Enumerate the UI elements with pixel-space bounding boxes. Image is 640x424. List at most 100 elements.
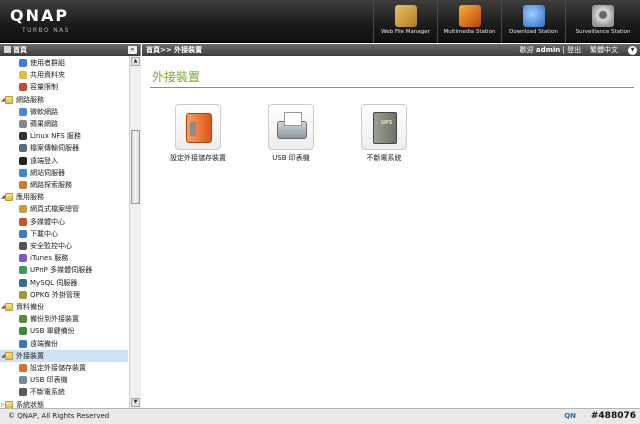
sidebar-item[interactable]: 網站伺服器 <box>0 167 128 179</box>
download-station-button[interactable]: Download Station <box>501 0 565 43</box>
qnap-logo: QNAP <box>10 6 70 25</box>
sidebar-item-label: MySQL 伺服器 <box>30 278 78 287</box>
sidebar-item[interactable]: 蘋果網路 <box>0 118 128 130</box>
watermark-text: #488076 <box>590 411 636 421</box>
sidebar-item[interactable]: 備份到外接裝置 <box>0 313 128 325</box>
sidebar-item[interactable]: 網路探索服務 <box>0 179 128 191</box>
external-storage-label[interactable]: 設定外接儲存裝置 <box>158 153 238 163</box>
sidebar-item-label: 共用資料夾 <box>30 71 65 80</box>
sidebar-category[interactable]: ▷ 系統狀態 <box>0 399 128 408</box>
usb-printer-tile[interactable]: USB 印表機 <box>251 104 331 163</box>
external-storage-tile[interactable]: 設定外接儲存裝置 <box>158 104 238 163</box>
sidebar-item[interactable]: 遠端登入 <box>0 155 128 167</box>
sidebar-item-label: 下載中心 <box>30 229 58 238</box>
title-divider <box>150 87 634 88</box>
external-storage-icon <box>186 113 212 143</box>
sidebar-item[interactable]: 檔案傳輸伺服器 <box>0 142 128 154</box>
scroll-down-arrow-icon[interactable]: ▼ <box>131 398 140 407</box>
sidebar-header[interactable]: 首頁 « <box>0 44 140 56</box>
mysql-icon <box>19 278 27 287</box>
sidebar-item[interactable]: 安全監控中心 <box>0 240 128 252</box>
sidebar: 首頁 « 使用者群組共用資料夾容量限制 ◢ 網路服務 微軟網路蘋果網路 Linux NF… <box>0 44 141 408</box>
ups-icon <box>373 112 397 144</box>
qpkg-icon <box>19 290 27 299</box>
web-file-manager-button[interactable]: Web File Manager <box>373 0 437 43</box>
discovery-icon <box>19 181 27 189</box>
sidebar-category[interactable]: ◢ 網路服務 <box>0 94 128 106</box>
group-icon <box>19 59 27 67</box>
sidebar-title: 首頁 <box>13 46 27 54</box>
quota-icon <box>19 83 27 92</box>
sidebar-item-label: Linux NFS 服務 <box>30 132 81 141</box>
sidebar-item-label: 資料備份 <box>16 303 44 311</box>
chevron-down-icon[interactable]: ▼ <box>628 46 637 55</box>
sidebar-item[interactable]: 微軟網路 <box>0 106 128 118</box>
copyright-text: © QNAP, All Rights Reserved <box>8 412 110 420</box>
sidebar-item[interactable]: Linux NFS 服務 <box>0 130 128 142</box>
sidebar-item-label: 使用者群組 <box>30 59 65 67</box>
sidebar-item[interactable]: iTunes 服務 <box>0 252 128 264</box>
sidebar-item[interactable]: 網頁式檔案總管 <box>0 203 128 215</box>
sidebar-item-label: 網路服務 <box>16 95 44 104</box>
sidebar-item[interactable]: 不斷電系統 <box>0 386 128 398</box>
sidebar-item-label: 網站伺服器 <box>30 168 65 177</box>
upnp-icon <box>19 266 27 275</box>
scroll-up-arrow-icon[interactable]: ▲ <box>131 57 140 66</box>
username: admin <box>535 46 561 54</box>
sidebar-item-label: 容量限制 <box>30 83 58 92</box>
category-folder-icon <box>5 351 13 360</box>
sidebar-item[interactable]: 遠端備份 <box>0 338 128 350</box>
navigation-tree: 使用者群組共用資料夾容量限制 ◢ 網路服務 微軟網路蘋果網路 Linux NFS 服務檔… <box>0 56 128 408</box>
main-toolbar: 首頁>> 外接裝置 歡迎 admin | 登出 繁體中文 ▼ <box>142 44 640 56</box>
sidebar-item-label: USB 單鍵備份 <box>30 327 75 336</box>
main-content: 外接裝置 設定外接儲存裝置 USB 印表機 不斷電系統 <box>142 56 640 408</box>
sidebar-item-label: UPnP 多媒體伺服器 <box>30 266 93 275</box>
sidebar-item[interactable]: 容量限制 <box>0 81 128 93</box>
sidebar-item-label: 遠端備份 <box>30 339 58 348</box>
web-server-icon <box>19 168 27 177</box>
sidebar-item[interactable]: QPKG 外掛管理 <box>0 289 128 301</box>
sidebar-scrollbar[interactable]: ▲ ▼ <box>129 56 141 408</box>
category-folder-icon <box>5 303 13 311</box>
sidebar-item[interactable]: USB 單鍵備份 <box>0 325 128 337</box>
logo-subtitle: TURBO NAS <box>22 27 70 34</box>
ups-tile[interactable]: 不斷電系統 <box>344 104 424 163</box>
ups-frame[interactable] <box>361 104 407 150</box>
sidebar-item[interactable]: 多媒體中心 <box>0 216 128 228</box>
sidebar-item[interactable]: 共用資料夾 <box>0 69 128 81</box>
folder-icon <box>19 71 27 80</box>
linux-icon <box>19 132 27 141</box>
sidebar-category[interactable]: ◢ 外接裝置 <box>0 349 128 362</box>
ups-label[interactable]: 不斷電系統 <box>344 153 424 163</box>
sidebar-item[interactable]: 下載中心 <box>0 228 128 240</box>
footer: © QNAP, All Rights Reserved QN #488076 <box>0 408 640 424</box>
telnet-icon <box>19 156 27 165</box>
external-storage-frame[interactable] <box>175 104 221 150</box>
logout-link[interactable]: 登出 <box>567 46 581 54</box>
sidebar-item[interactable]: MySQL 伺服器 <box>0 277 128 289</box>
usb-printer-frame[interactable] <box>268 104 314 150</box>
category-folder-icon <box>5 400 13 408</box>
surveillance-station-button[interactable]: Surveillance Station <box>565 0 640 43</box>
camera-icon <box>592 5 614 27</box>
sidebar-category[interactable]: ◢ 資料備份 <box>0 301 128 313</box>
sidebar-item-label: 微軟網路 <box>30 107 58 116</box>
language-selector[interactable]: 繁體中文 <box>590 46 618 54</box>
multimedia-icon <box>19 217 27 226</box>
sidebar-item[interactable]: USB 印表機 <box>0 374 128 386</box>
collapse-sidebar-button[interactable]: « <box>128 46 137 54</box>
multimedia-icon <box>458 5 481 27</box>
sidebar-item[interactable]: UPnP 多媒體伺服器 <box>0 264 128 276</box>
external-storage-icon <box>19 364 27 372</box>
sidebar-item-label: QPKG 外掛管理 <box>30 290 80 299</box>
usb-printer-label[interactable]: USB 印表機 <box>251 153 331 163</box>
sidebar-item[interactable]: 使用者群組 <box>0 57 128 69</box>
ups-icon <box>19 388 27 397</box>
sidebar-category[interactable]: ◢ 應用服務 <box>0 191 128 203</box>
scroll-thumb[interactable] <box>131 130 140 204</box>
download-icon <box>19 229 27 238</box>
sidebar-item[interactable]: 設定外接儲存裝置 <box>0 362 128 374</box>
multimedia-station-button[interactable]: Multimedia Station <box>437 0 501 43</box>
footer-brand-text: QN <box>564 412 576 420</box>
sidebar-item-label: 網頁式檔案總管 <box>30 205 79 214</box>
